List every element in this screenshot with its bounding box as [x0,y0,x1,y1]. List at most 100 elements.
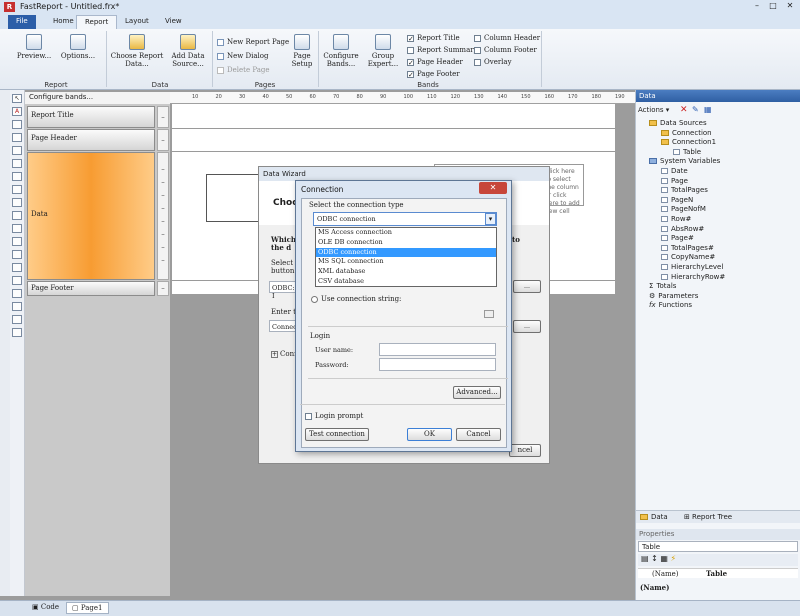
sparkline-icon[interactable] [12,250,22,259]
pointer-icon[interactable]: ↖ [12,94,22,103]
chart-icon[interactable] [12,211,22,220]
band-page-header[interactable]: Page Header [27,129,155,151]
tree-item[interactable]: fx Functions [639,301,799,311]
events-icon[interactable]: ⚡ [670,554,676,563]
ok-button[interactable]: OK [407,428,452,441]
tab-report-tree[interactable]: ⊞ Report Tree [684,513,732,521]
tree-item[interactable]: TotalPages [639,186,799,196]
tab-report[interactable]: Report [76,15,118,29]
delete-page-button[interactable]: Delete Page [217,64,270,76]
table-icon[interactable] [12,185,22,194]
band-page-footer[interactable]: Page Footer [27,281,155,296]
report-summary-checkbox[interactable]: Report Summary [407,44,478,56]
wizard-side-button[interactable]: … [513,320,541,333]
property-row[interactable]: (Name) Table [638,568,798,578]
tab-code[interactable]: ▣ Code [32,603,59,611]
preview-button[interactable]: Preview... [12,34,56,60]
tree-item[interactable]: Σ Totals [639,282,799,292]
picture-icon[interactable] [12,120,22,129]
wizard-cancel-button[interactable]: ncel [509,444,541,457]
column-footer-checkbox[interactable]: Column Footer [474,44,540,56]
new-report-page-button[interactable]: New Report Page [217,36,289,48]
svg-icon[interactable] [12,133,22,142]
tree-item[interactable]: Date [639,167,799,177]
tree-item[interactable]: Page# [639,234,799,244]
tree-item[interactable]: Connection1 [639,138,799,148]
tab-view[interactable]: View [157,15,190,29]
table-object[interactable] [206,174,262,222]
band-report-title[interactable]: Report Title [27,106,155,128]
tree-item[interactable]: PageN [639,196,799,206]
tree-item[interactable]: PageNofM [639,205,799,215]
cell-icon[interactable] [12,289,22,298]
login-prompt-checkbox[interactable]: Login prompt [305,412,363,420]
maximize-icon[interactable]: □ [768,1,778,10]
tree-item[interactable]: Connection [639,129,799,139]
group-expert-button[interactable]: Group Expert... [363,34,403,68]
user-name-field[interactable] [379,343,496,356]
zip-icon[interactable] [12,276,22,285]
tree-item[interactable]: Row# [639,215,799,225]
password-field[interactable] [379,358,496,371]
html-icon[interactable] [12,328,22,337]
column-header-checkbox[interactable]: Column Header [474,32,540,44]
map-icon[interactable] [12,302,22,311]
dropdown-option-selected[interactable]: ODBC connection [316,247,496,258]
tree-item[interactable]: System Variables [639,157,799,167]
sort-icon[interactable]: ↕ [651,554,658,563]
subreport-icon[interactable] [12,172,22,181]
add-data-source-button[interactable]: Add Data Source... [166,34,210,68]
categorized-icon[interactable]: ▤ [641,554,649,563]
wizard-side-button[interactable]: … [513,280,541,293]
tab-file[interactable]: File [8,15,36,29]
cancel-button[interactable]: Cancel [456,428,501,441]
overlay-checkbox[interactable]: Overlay [474,56,540,68]
gauge-icon[interactable] [12,315,22,324]
test-connection-button[interactable]: Test connection [305,428,369,441]
chevron-down-icon[interactable]: ▾ [485,213,496,225]
tree-item[interactable]: Table [639,148,799,158]
page-header-checkbox[interactable]: Page Header [407,56,477,69]
choose-report-data-button[interactable]: Choose Report Data... [110,34,164,68]
properties-icon[interactable]: ▦ [660,554,668,563]
text-icon[interactable]: A [12,107,22,116]
tree-item[interactable]: HierarchyLevel [639,263,799,273]
tree-item[interactable]: ⚙ Parameters [639,292,799,302]
barcode-icon[interactable] [12,263,22,272]
dialog-close-icon[interactable]: ✕ [479,182,507,194]
tree-item[interactable]: AbsRow# [639,225,799,235]
connection-type-select[interactable]: ODBC connection [313,212,497,226]
richtext-icon[interactable] [12,224,22,233]
band-data[interactable]: Data [27,152,155,280]
band-handle[interactable]: – [157,129,169,151]
configure-bands-link[interactable]: Configure bands... [25,92,170,104]
object-selector[interactable]: Table [638,541,798,552]
use-connection-string-radio[interactable]: Use connection string: [311,295,401,303]
close-icon[interactable]: ✕ [785,1,795,10]
page-setup-button[interactable]: Page Setup [288,34,316,68]
delete-icon[interactable]: ✕ [680,105,688,115]
matrix-icon[interactable] [12,198,22,207]
tree-item[interactable]: Page [639,177,799,187]
band-handle[interactable]: – [157,106,169,128]
tree-item[interactable]: Data Sources [639,119,799,129]
dropdown-option[interactable]: CSV database [316,277,496,287]
edit-icon[interactable]: ✎ [692,105,699,114]
configure-bands-button[interactable]: Configure Bands... [321,34,361,68]
minimize-icon[interactable]: – [752,1,762,10]
shape-icon[interactable] [12,159,22,168]
tab-page1[interactable]: ▢ Page1 [66,602,109,614]
advanced-button[interactable]: Advanced... [453,386,501,399]
band-handle[interactable]: – – – – – – – – [157,152,169,280]
options-button[interactable]: Options... [56,34,100,60]
new-dialog-button[interactable]: New Dialog [217,50,268,62]
dropdown-option[interactable]: MS SQL connection [316,257,496,267]
tab-layout[interactable]: Layout [117,15,157,29]
tree-item[interactable]: HierarchyRow# [639,273,799,283]
tree-item[interactable]: TotalPages# [639,244,799,254]
tab-data[interactable]: Data [640,513,668,521]
dropdown-option[interactable]: XML database [316,267,496,277]
edit-string-icon[interactable] [484,310,494,318]
view-icon[interactable]: ▦ [704,105,712,114]
dropdown-option[interactable]: MS Access connection [316,228,496,238]
